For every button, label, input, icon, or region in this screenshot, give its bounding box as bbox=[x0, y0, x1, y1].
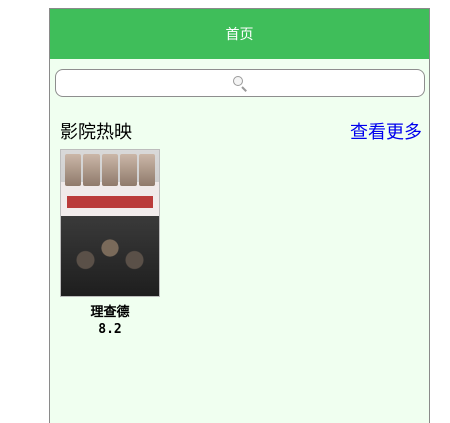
app-frame: 首页 影院热映 查看更多 理查德 8.2 bbox=[49, 8, 430, 423]
section-title: 影院热映 bbox=[60, 122, 132, 143]
movie-score: 8.2 bbox=[98, 322, 122, 337]
page-title: 首页 bbox=[225, 27, 254, 43]
top-bar: 首页 bbox=[50, 9, 429, 59]
search-icon bbox=[232, 75, 248, 92]
search-bar[interactable] bbox=[55, 69, 425, 97]
movie-title: 理查德 bbox=[90, 305, 130, 320]
view-more-link[interactable]: 查看更多 bbox=[350, 118, 422, 144]
movie-poster[interactable] bbox=[60, 149, 160, 297]
now-showing-header: 影院热映 查看更多 bbox=[60, 119, 422, 143]
movie-card[interactable]: 理查德 8.2 bbox=[60, 149, 160, 337]
